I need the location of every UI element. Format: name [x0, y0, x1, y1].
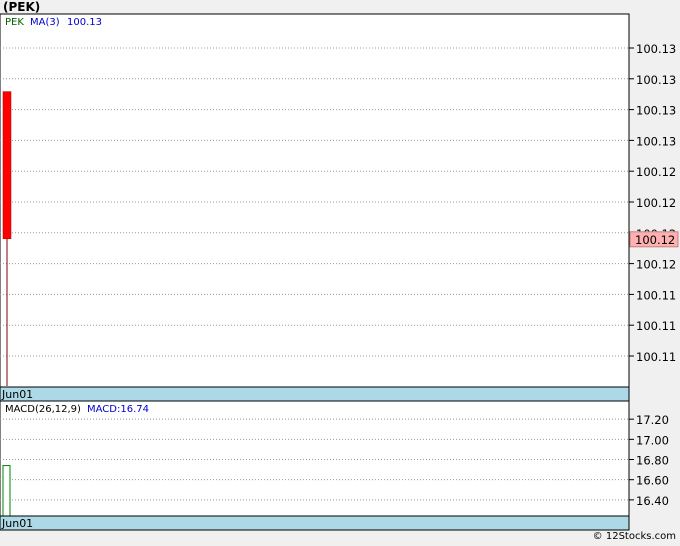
- macd-tick-label: 16.80: [636, 454, 669, 468]
- price-date-band: [0, 386, 630, 402]
- legend-macd-label: MACD(26,12,9): [5, 404, 81, 415]
- macd-tick-label: 16.60: [636, 474, 669, 488]
- price-tick-label: 100.11: [636, 288, 676, 302]
- price-panel-background: [0, 13, 630, 388]
- macd-panel-background: [0, 400, 630, 517]
- macd-tick-label: 16.40: [636, 494, 669, 508]
- last-price-tag: 100.12: [629, 231, 679, 248]
- price-tick-label: 100.13: [636, 104, 676, 118]
- watermark: © 12Stocks.com: [592, 531, 676, 542]
- macd-tick-label: 17.20: [636, 413, 669, 427]
- legend-ma-value: 100.13: [67, 17, 102, 28]
- price-tick-label: 100.13: [636, 73, 676, 87]
- macd-panel: 17.20 17.00 16.80 16.60 16.40 Jun01 MACD(26,…: [0, 400, 669, 531]
- price-date-label: Jun01: [1, 388, 33, 401]
- price-tick-label: 100.12: [636, 165, 676, 179]
- price-tick-label: 100.13: [636, 134, 676, 148]
- price-tick-label: 100.13: [636, 42, 676, 56]
- price-tick-label: 100.11: [636, 319, 676, 333]
- price-tick-label: 100.12: [636, 196, 676, 210]
- price-y-axis: 100.13 100.13 100.13 100.13 100.12 100.12 100.…: [629, 42, 676, 364]
- candle-body: [2, 91, 12, 240]
- legend-ma-label: MA(3): [30, 17, 60, 28]
- macd-bars: [2, 465, 11, 517]
- macd-bar: [2, 465, 11, 517]
- legend-macd-value: MACD:16.74: [87, 404, 149, 415]
- legend-symbol: PEK: [5, 17, 24, 28]
- chart-canvas: 100.13 100.13 100.13 100.13 100.12 100.12 100.…: [0, 13, 679, 531]
- macd-tick-label: 17.00: [636, 433, 669, 447]
- macd-date-label: Jun01: [1, 517, 33, 530]
- macd-y-axis: 17.20 17.00 16.80 16.60 16.40: [629, 413, 669, 508]
- price-tick-label: 100.11: [636, 350, 676, 364]
- price-tick-label: 100.12: [636, 258, 676, 272]
- price-panel: 100.13 100.13 100.13 100.13 100.12 100.12 100.…: [0, 13, 679, 402]
- macd-date-band: [0, 515, 630, 531]
- last-price-tag-text: 100.12: [635, 233, 675, 247]
